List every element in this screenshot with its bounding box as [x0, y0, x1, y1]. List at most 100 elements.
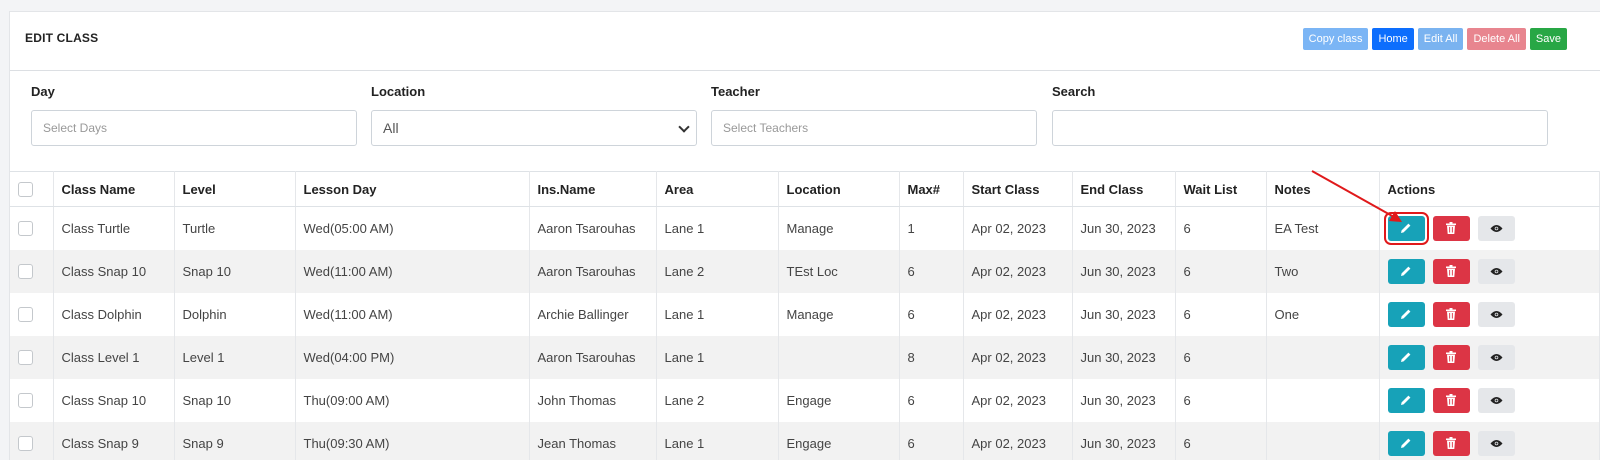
row-select-cell	[10, 378, 54, 422]
cell-lesson-day: Wed(04:00 PM)	[295, 335, 530, 379]
delete-all-button[interactable]: Delete All	[1467, 28, 1526, 50]
copy-class-button[interactable]: Copy class	[1302, 28, 1369, 50]
column-header[interactable]: Lesson Day	[295, 171, 530, 207]
row-select-cell	[10, 335, 54, 379]
search-label: Search	[1052, 84, 1096, 99]
pencil-icon	[1400, 394, 1412, 406]
eye-icon	[1490, 224, 1503, 233]
delete-row-button[interactable]	[1432, 387, 1470, 413]
cell-instructor-name: John Thomas	[529, 378, 657, 422]
column-header[interactable]: Start Class	[963, 171, 1073, 207]
column-header[interactable]: Ins.Name	[529, 171, 657, 207]
cell-wait-list: 6	[1175, 335, 1267, 379]
cell-location: Manage	[778, 206, 900, 250]
cell-end-class: Jun 30, 2023	[1072, 378, 1176, 422]
view-row-button[interactable]	[1477, 344, 1515, 370]
cell-level: Dolphin	[174, 292, 296, 336]
cell-level: Level 1	[174, 335, 296, 379]
actions-cell	[1379, 335, 1600, 379]
location-select[interactable]: All	[371, 110, 697, 146]
actions-cell	[1379, 206, 1600, 250]
cell-instructor-name: Aaron Tsarouhas	[529, 206, 657, 250]
select-all-checkbox[interactable]	[18, 182, 33, 198]
pencil-icon	[1400, 437, 1412, 449]
row-checkbox[interactable]	[18, 221, 33, 237]
home-button[interactable]: Home	[1372, 28, 1414, 50]
cell-area: Lane 1	[656, 292, 779, 336]
filter-bar: Day Select Days Location All Teacher Sel…	[10, 72, 1600, 172]
eye-icon	[1490, 396, 1503, 405]
view-row-button[interactable]	[1477, 387, 1515, 413]
cell-notes	[1266, 335, 1380, 379]
column-header[interactable]: Max#	[899, 171, 964, 207]
teacher-input[interactable]: Select Teachers	[711, 110, 1037, 146]
table-row: Class Snap 9 Snap 9 Thu(09:30 AM) Jean Thom…	[10, 421, 1600, 460]
day-filter: Day Select Days	[31, 84, 357, 146]
search-input[interactable]	[1052, 110, 1548, 146]
delete-row-button[interactable]	[1432, 301, 1470, 327]
eye-icon	[1490, 310, 1503, 319]
save-button[interactable]: Save	[1529, 28, 1567, 50]
cell-area: Lane 1	[656, 335, 779, 379]
row-checkbox[interactable]	[18, 350, 33, 366]
view-row-button[interactable]	[1477, 301, 1515, 327]
search-filter: Search	[1052, 84, 1548, 146]
edit-all-button[interactable]: Edit All	[1417, 28, 1464, 50]
cell-level: Snap 9	[174, 421, 296, 460]
row-checkbox[interactable]	[18, 307, 33, 323]
trash-icon	[1446, 265, 1456, 277]
cell-max: 8	[899, 335, 964, 379]
cell-class-name: Class Snap 10	[53, 249, 175, 293]
edit-row-button[interactable]	[1387, 430, 1425, 456]
cell-class-name: Class Snap 9	[53, 421, 175, 460]
cell-wait-list: 6	[1175, 206, 1267, 250]
column-header[interactable]: Area	[656, 171, 779, 207]
cell-class-name: Class Turtle	[53, 206, 175, 250]
row-checkbox[interactable]	[18, 393, 33, 409]
column-header: Actions	[1379, 171, 1600, 207]
delete-row-button[interactable]	[1432, 258, 1470, 284]
cell-location: TEst Loc	[778, 249, 900, 293]
actions-cell	[1379, 421, 1600, 460]
view-row-button[interactable]	[1477, 430, 1515, 456]
day-input[interactable]: Select Days	[31, 110, 357, 146]
row-checkbox[interactable]	[18, 264, 33, 280]
column-header[interactable]: Level	[174, 171, 296, 207]
column-header[interactable]: End Class	[1072, 171, 1176, 207]
teacher-filter: Teacher Select Teachers	[711, 84, 1037, 146]
column-header[interactable]: Location	[778, 171, 900, 207]
cell-start-class: Apr 02, 2023	[963, 335, 1073, 379]
edit-row-button[interactable]	[1387, 344, 1425, 370]
cell-location	[778, 335, 900, 379]
cell-notes	[1266, 421, 1380, 460]
cell-notes	[1266, 378, 1380, 422]
cell-max: 6	[899, 292, 964, 336]
row-select-cell	[10, 292, 54, 336]
actions-cell	[1379, 292, 1600, 336]
delete-row-button[interactable]	[1432, 430, 1470, 456]
column-header[interactable]: Wait List	[1175, 171, 1267, 207]
cell-level: Turtle	[174, 206, 296, 250]
day-label: Day	[31, 84, 55, 99]
cell-location: Engage	[778, 378, 900, 422]
cell-level: Snap 10	[174, 249, 296, 293]
delete-row-button[interactable]	[1432, 344, 1470, 370]
view-row-button[interactable]	[1477, 215, 1515, 241]
column-header[interactable]: Class Name	[53, 171, 175, 207]
row-checkbox[interactable]	[18, 436, 33, 452]
cell-start-class: Apr 02, 2023	[963, 378, 1073, 422]
edit-row-button[interactable]	[1387, 387, 1425, 413]
delete-row-button[interactable]	[1432, 215, 1470, 241]
table-row: Class Snap 10 Snap 10 Wed(11:00 AM) Aaron T…	[10, 249, 1600, 293]
cell-end-class: Jun 30, 2023	[1072, 421, 1176, 460]
cell-lesson-day: Wed(11:00 AM)	[295, 292, 530, 336]
edit-row-button[interactable]	[1387, 301, 1425, 327]
trash-icon	[1446, 351, 1456, 363]
view-row-button[interactable]	[1477, 258, 1515, 284]
eye-icon	[1490, 267, 1503, 276]
cell-max: 6	[899, 421, 964, 460]
cell-max: 6	[899, 378, 964, 422]
edit-row-button[interactable]	[1387, 258, 1425, 284]
cell-lesson-day: Wed(05:00 AM)	[295, 206, 530, 250]
location-filter: Location All	[371, 84, 697, 146]
